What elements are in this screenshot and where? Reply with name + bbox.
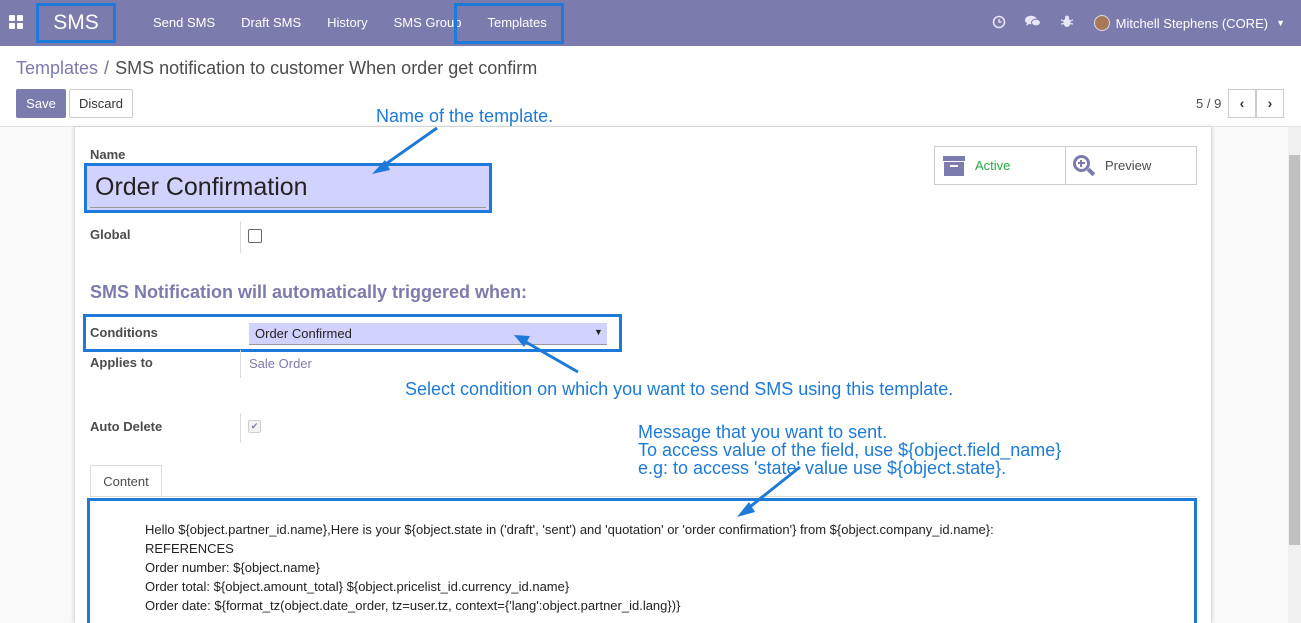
name-input[interactable]: Order Confirmation [84, 163, 492, 213]
scrollbar[interactable] [1288, 127, 1301, 623]
select-arrow-icon[interactable]: ▼ [594, 327, 603, 337]
preview-label: Preview [1105, 158, 1152, 173]
caret-down-icon[interactable]: ▼ [1276, 18, 1285, 28]
pager-previous-button[interactable]: ‹ [1228, 89, 1256, 118]
pager-next-button[interactable]: › [1256, 89, 1284, 118]
field-separator [240, 350, 241, 378]
scrollbar-thumb[interactable] [1289, 155, 1300, 545]
global-label: Global [90, 227, 131, 242]
save-button[interactable]: Save [16, 89, 66, 118]
annotation-message-note-2: To access value of the field, use ${obje… [638, 440, 1062, 460]
conditions-label: Conditions [90, 325, 158, 340]
top-navbar: SMS Send SMS Draft SMS History SMS Group… [0, 0, 1301, 46]
conditions-select[interactable]: Order Confirmed [249, 323, 607, 345]
tab-content[interactable]: Content [90, 465, 162, 497]
clock-icon[interactable] [982, 15, 1016, 32]
menu-history[interactable]: History [314, 0, 380, 46]
auto-delete-checkbox[interactable]: ✔ [248, 420, 261, 433]
tab-underline [90, 496, 1196, 497]
content-line[interactable]: REFERENCES [145, 541, 234, 556]
user-name[interactable]: Mitchell Stephens (CORE) [1116, 16, 1268, 31]
applies-to-label: Applies to [90, 355, 153, 370]
content-line[interactable]: Hello ${object.partner_id.name},Here is … [145, 522, 994, 537]
breadcrumb-templates-link[interactable]: Templates [16, 58, 98, 78]
active-toggle-button[interactable]: Active [934, 146, 1066, 185]
field-separator [240, 221, 241, 253]
field-separator [240, 413, 241, 443]
applies-to-value[interactable]: Sale Order [249, 356, 312, 371]
menu-send-sms[interactable]: Send SMS [140, 0, 228, 46]
name-input-underline [90, 207, 486, 208]
chat-icon[interactable] [1016, 15, 1050, 31]
content-line[interactable]: Order date: ${format_tz(object.date_orde… [145, 598, 680, 613]
archive-icon [943, 155, 965, 176]
templates-highlight-box [454, 3, 564, 44]
auto-delete-label: Auto Delete [90, 419, 163, 434]
user-avatar[interactable] [1093, 15, 1110, 31]
annotation-name-note: Name of the template. [376, 106, 554, 126]
annotation-condition-note: Select condition on which you want to se… [405, 379, 954, 399]
annotation-message-note-3: e.g: to access 'state' value use ${objec… [638, 458, 1007, 478]
pager-value[interactable]: 5 / 9 [1196, 96, 1221, 111]
menu-draft-sms[interactable]: Draft SMS [228, 0, 314, 46]
zoom-in-icon [1073, 154, 1096, 177]
discard-button[interactable]: Discard [69, 89, 133, 118]
app-brand[interactable]: SMS [36, 3, 116, 43]
breadcrumb-current: SMS notification to customer When order … [115, 58, 538, 78]
content-line[interactable]: Order number: ${object.name} [145, 560, 320, 575]
name-label: Name [90, 147, 126, 162]
navbar-right: Mitchell Stephens (CORE) ▼ [982, 0, 1285, 46]
active-label: Active [975, 158, 1011, 173]
apps-grid-icon[interactable] [9, 15, 23, 29]
bug-icon[interactable] [1050, 15, 1084, 31]
section-title: SMS Notification will automatically trig… [90, 282, 528, 302]
global-checkbox[interactable] [248, 229, 262, 243]
breadcrumb: Templates / SMS notification to customer W… [16, 58, 537, 79]
content-line[interactable]: Order total: ${object.amount_total} ${ob… [145, 579, 569, 594]
breadcrumb-separator: / [104, 58, 110, 78]
preview-button[interactable]: Preview [1065, 146, 1197, 185]
annotation-message-note-1: Message that you want to sent. [638, 422, 888, 442]
